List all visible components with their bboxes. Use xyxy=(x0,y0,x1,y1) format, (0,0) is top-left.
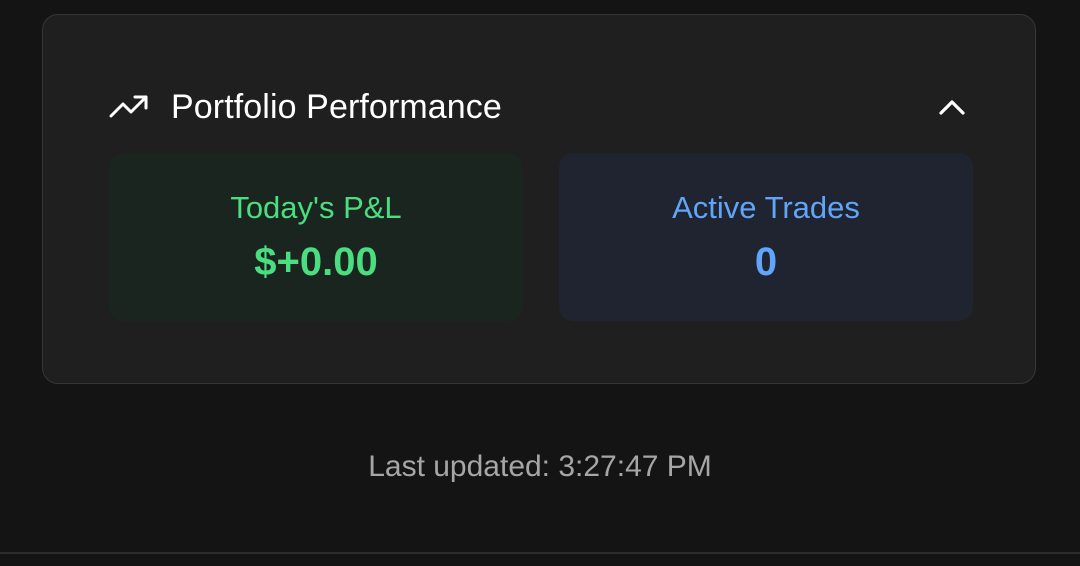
bottom-divider xyxy=(0,552,1080,554)
last-updated-text: Last updated: 3:27:47 PM xyxy=(368,450,712,483)
pnl-label: Today's P&L xyxy=(230,190,402,225)
card-title: Portfolio Performance xyxy=(171,87,502,126)
card-header: Portfolio Performance xyxy=(109,85,969,129)
trending-up-icon xyxy=(109,94,149,120)
title-group: Portfolio Performance xyxy=(109,88,502,127)
pnl-value: $+0.00 xyxy=(254,240,378,284)
page: Portfolio Performance Today's P&L $+0.00… xyxy=(0,0,1080,566)
active-trades-label: Active Trades xyxy=(672,190,860,225)
active-trades-value: 0 xyxy=(754,240,778,284)
stats-row: Today's P&L $+0.00 Active Trades 0 xyxy=(109,153,973,321)
active-trades-stat-tile: Active Trades 0 xyxy=(559,153,973,321)
collapse-button[interactable] xyxy=(935,90,969,124)
chevron-up-icon xyxy=(938,98,966,116)
portfolio-performance-card: Portfolio Performance Today's P&L $+0.00… xyxy=(42,14,1036,384)
pnl-stat-tile: Today's P&L $+0.00 xyxy=(109,153,523,321)
